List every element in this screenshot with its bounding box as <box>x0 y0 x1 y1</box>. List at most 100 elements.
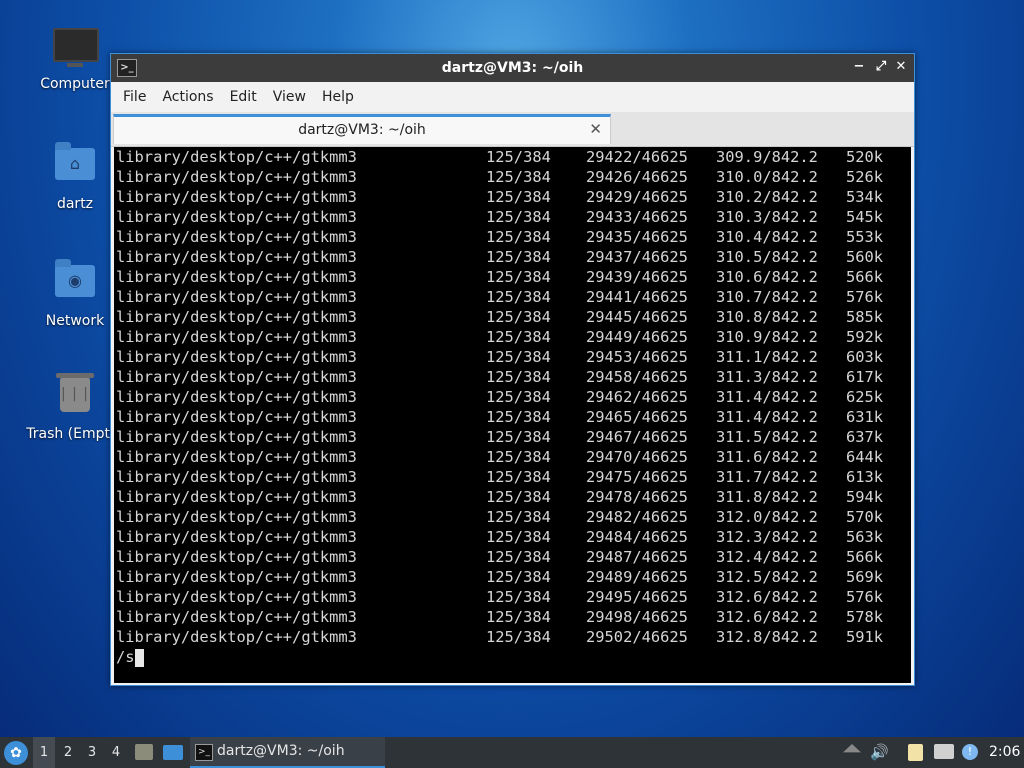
row-size: 309.9/842.2 <box>716 148 818 166</box>
row-count: 29482/46625 <box>586 508 688 526</box>
window-titlebar[interactable]: >_ dartz@VM3: ~/oih − ⤢ ✕ <box>111 54 914 82</box>
row-rate: 637k <box>846 428 884 446</box>
clipboard-icon[interactable] <box>908 744 923 761</box>
row-count: 29495/46625 <box>586 588 688 606</box>
row-size: 312.5/842.2 <box>716 568 818 586</box>
row-rate: 576k <box>846 588 884 606</box>
prompt-text: /s <box>116 648 135 666</box>
row-count: 29489/46625 <box>586 568 688 586</box>
desktop-icon-computer[interactable]: Computer <box>27 22 123 92</box>
row-size: 312.4/842.2 <box>716 548 818 566</box>
row-items: 125/384 <box>486 388 551 406</box>
desktop-icon-home[interactable]: ⌂ dartz <box>27 140 123 212</box>
close-button[interactable]: ✕ <box>892 58 910 76</box>
tab-close-icon[interactable]: ✕ <box>589 120 602 138</box>
minimize-button[interactable]: − <box>850 58 868 76</box>
row-path: library/desktop/c++/gtkmm3 <box>116 568 357 586</box>
menu-view[interactable]: View <box>265 89 314 105</box>
computer-icon <box>53 28 99 72</box>
terminal-window: >_ dartz@VM3: ~/oih − ⤢ ✕ File Actions E… <box>110 53 915 686</box>
workspace-3[interactable]: 3 <box>81 737 103 768</box>
row-path: library/desktop/c++/gtkmm3 <box>116 288 357 306</box>
workspace-4[interactable]: 4 <box>105 737 127 768</box>
row-count: 29465/46625 <box>586 408 688 426</box>
row-size: 310.7/842.2 <box>716 288 818 306</box>
window-title: dartz@VM3: ~/oih <box>441 60 584 76</box>
row-path: library/desktop/c++/gtkmm3 <box>116 368 357 386</box>
text-cursor <box>134 648 144 667</box>
tab-bar: dartz@VM3: ~/oih ✕ <box>111 112 914 147</box>
row-rate: 591k <box>846 628 884 646</box>
row-rate: 520k <box>846 148 884 166</box>
volume-icon[interactable]: 🔊 <box>870 744 889 761</box>
row-size: 311.3/842.2 <box>716 368 818 386</box>
workspace-1[interactable]: 1 <box>33 737 55 768</box>
row-rate: 563k <box>846 528 884 546</box>
trash-icon <box>53 373 97 422</box>
task-label: dartz@VM3: ~/oih <box>217 743 345 759</box>
row-items: 125/384 <box>486 588 551 606</box>
clock[interactable]: 2:06 <box>989 737 1020 768</box>
row-path: library/desktop/c++/gtkmm3 <box>116 408 357 426</box>
row-rate: 545k <box>846 208 884 226</box>
eject-icon[interactable] <box>843 744 861 753</box>
row-size: 312.6/842.2 <box>716 588 818 606</box>
row-size: 312.6/842.2 <box>716 608 818 626</box>
menu-help[interactable]: Help <box>314 89 362 105</box>
notification-icon[interactable]: ! <box>962 744 978 760</box>
row-rate: 553k <box>846 228 884 246</box>
menu-bar: File Actions Edit View Help <box>111 82 914 112</box>
row-count: 29462/46625 <box>586 388 688 406</box>
row-size: 310.2/842.2 <box>716 188 818 206</box>
row-items: 125/384 <box>486 568 551 586</box>
row-items: 125/384 <box>486 148 551 166</box>
window-switcher-icon[interactable] <box>163 745 183 760</box>
start-menu-icon[interactable]: ✿ <box>4 741 28 765</box>
row-count: 29498/46625 <box>586 608 688 626</box>
taskbar-task-terminal[interactable]: >_ dartz@VM3: ~/oih <box>190 737 385 768</box>
row-items: 125/384 <box>486 508 551 526</box>
row-count: 29429/46625 <box>586 188 688 206</box>
workspace-2[interactable]: 2 <box>57 737 79 768</box>
row-rate: 566k <box>846 548 884 566</box>
row-path: library/desktop/c++/gtkmm3 <box>116 248 357 266</box>
row-count: 29502/46625 <box>586 628 688 646</box>
row-path: library/desktop/c++/gtkmm3 <box>116 608 357 626</box>
row-count: 29467/46625 <box>586 428 688 446</box>
menu-edit[interactable]: Edit <box>222 89 265 105</box>
row-items: 125/384 <box>486 408 551 426</box>
network-icon[interactable] <box>934 744 954 759</box>
row-size: 311.4/842.2 <box>716 408 818 426</box>
tab-terminal[interactable]: dartz@VM3: ~/oih ✕ <box>113 114 611 144</box>
menu-file[interactable]: File <box>115 89 154 105</box>
row-items: 125/384 <box>486 368 551 386</box>
row-items: 125/384 <box>486 488 551 506</box>
show-desktop-icon[interactable] <box>135 744 153 760</box>
row-size: 310.4/842.2 <box>716 228 818 246</box>
row-size: 310.3/842.2 <box>716 208 818 226</box>
terminal-output[interactable]: library/desktop/c++/gtkmm3 125/384 29422/4… <box>114 147 911 683</box>
row-path: library/desktop/c++/gtkmm3 <box>116 328 357 346</box>
row-rate: 617k <box>846 368 884 386</box>
row-items: 125/384 <box>486 248 551 266</box>
menu-actions[interactable]: Actions <box>154 89 221 105</box>
row-size: 312.3/842.2 <box>716 528 818 546</box>
row-count: 29422/46625 <box>586 148 688 166</box>
desktop-icon-network[interactable]: ◉ Network <box>27 257 123 329</box>
row-path: library/desktop/c++/gtkmm3 <box>116 168 357 186</box>
maximize-button[interactable]: ⤢ <box>872 58 890 76</box>
row-rate: 560k <box>846 248 884 266</box>
desktop-icon-label: dartz <box>56 196 94 212</box>
row-items: 125/384 <box>486 228 551 246</box>
row-rate: 644k <box>846 448 884 466</box>
row-path: library/desktop/c++/gtkmm3 <box>116 528 357 546</box>
row-count: 29484/46625 <box>586 528 688 546</box>
row-items: 125/384 <box>486 348 551 366</box>
home-folder-icon: ⌂ <box>53 142 97 192</box>
network-folder-icon: ◉ <box>53 259 97 309</box>
row-items: 125/384 <box>486 628 551 646</box>
row-path: library/desktop/c++/gtkmm3 <box>116 308 357 326</box>
row-rate: 534k <box>846 188 884 206</box>
row-items: 125/384 <box>486 208 551 226</box>
row-rate: 603k <box>846 348 884 366</box>
